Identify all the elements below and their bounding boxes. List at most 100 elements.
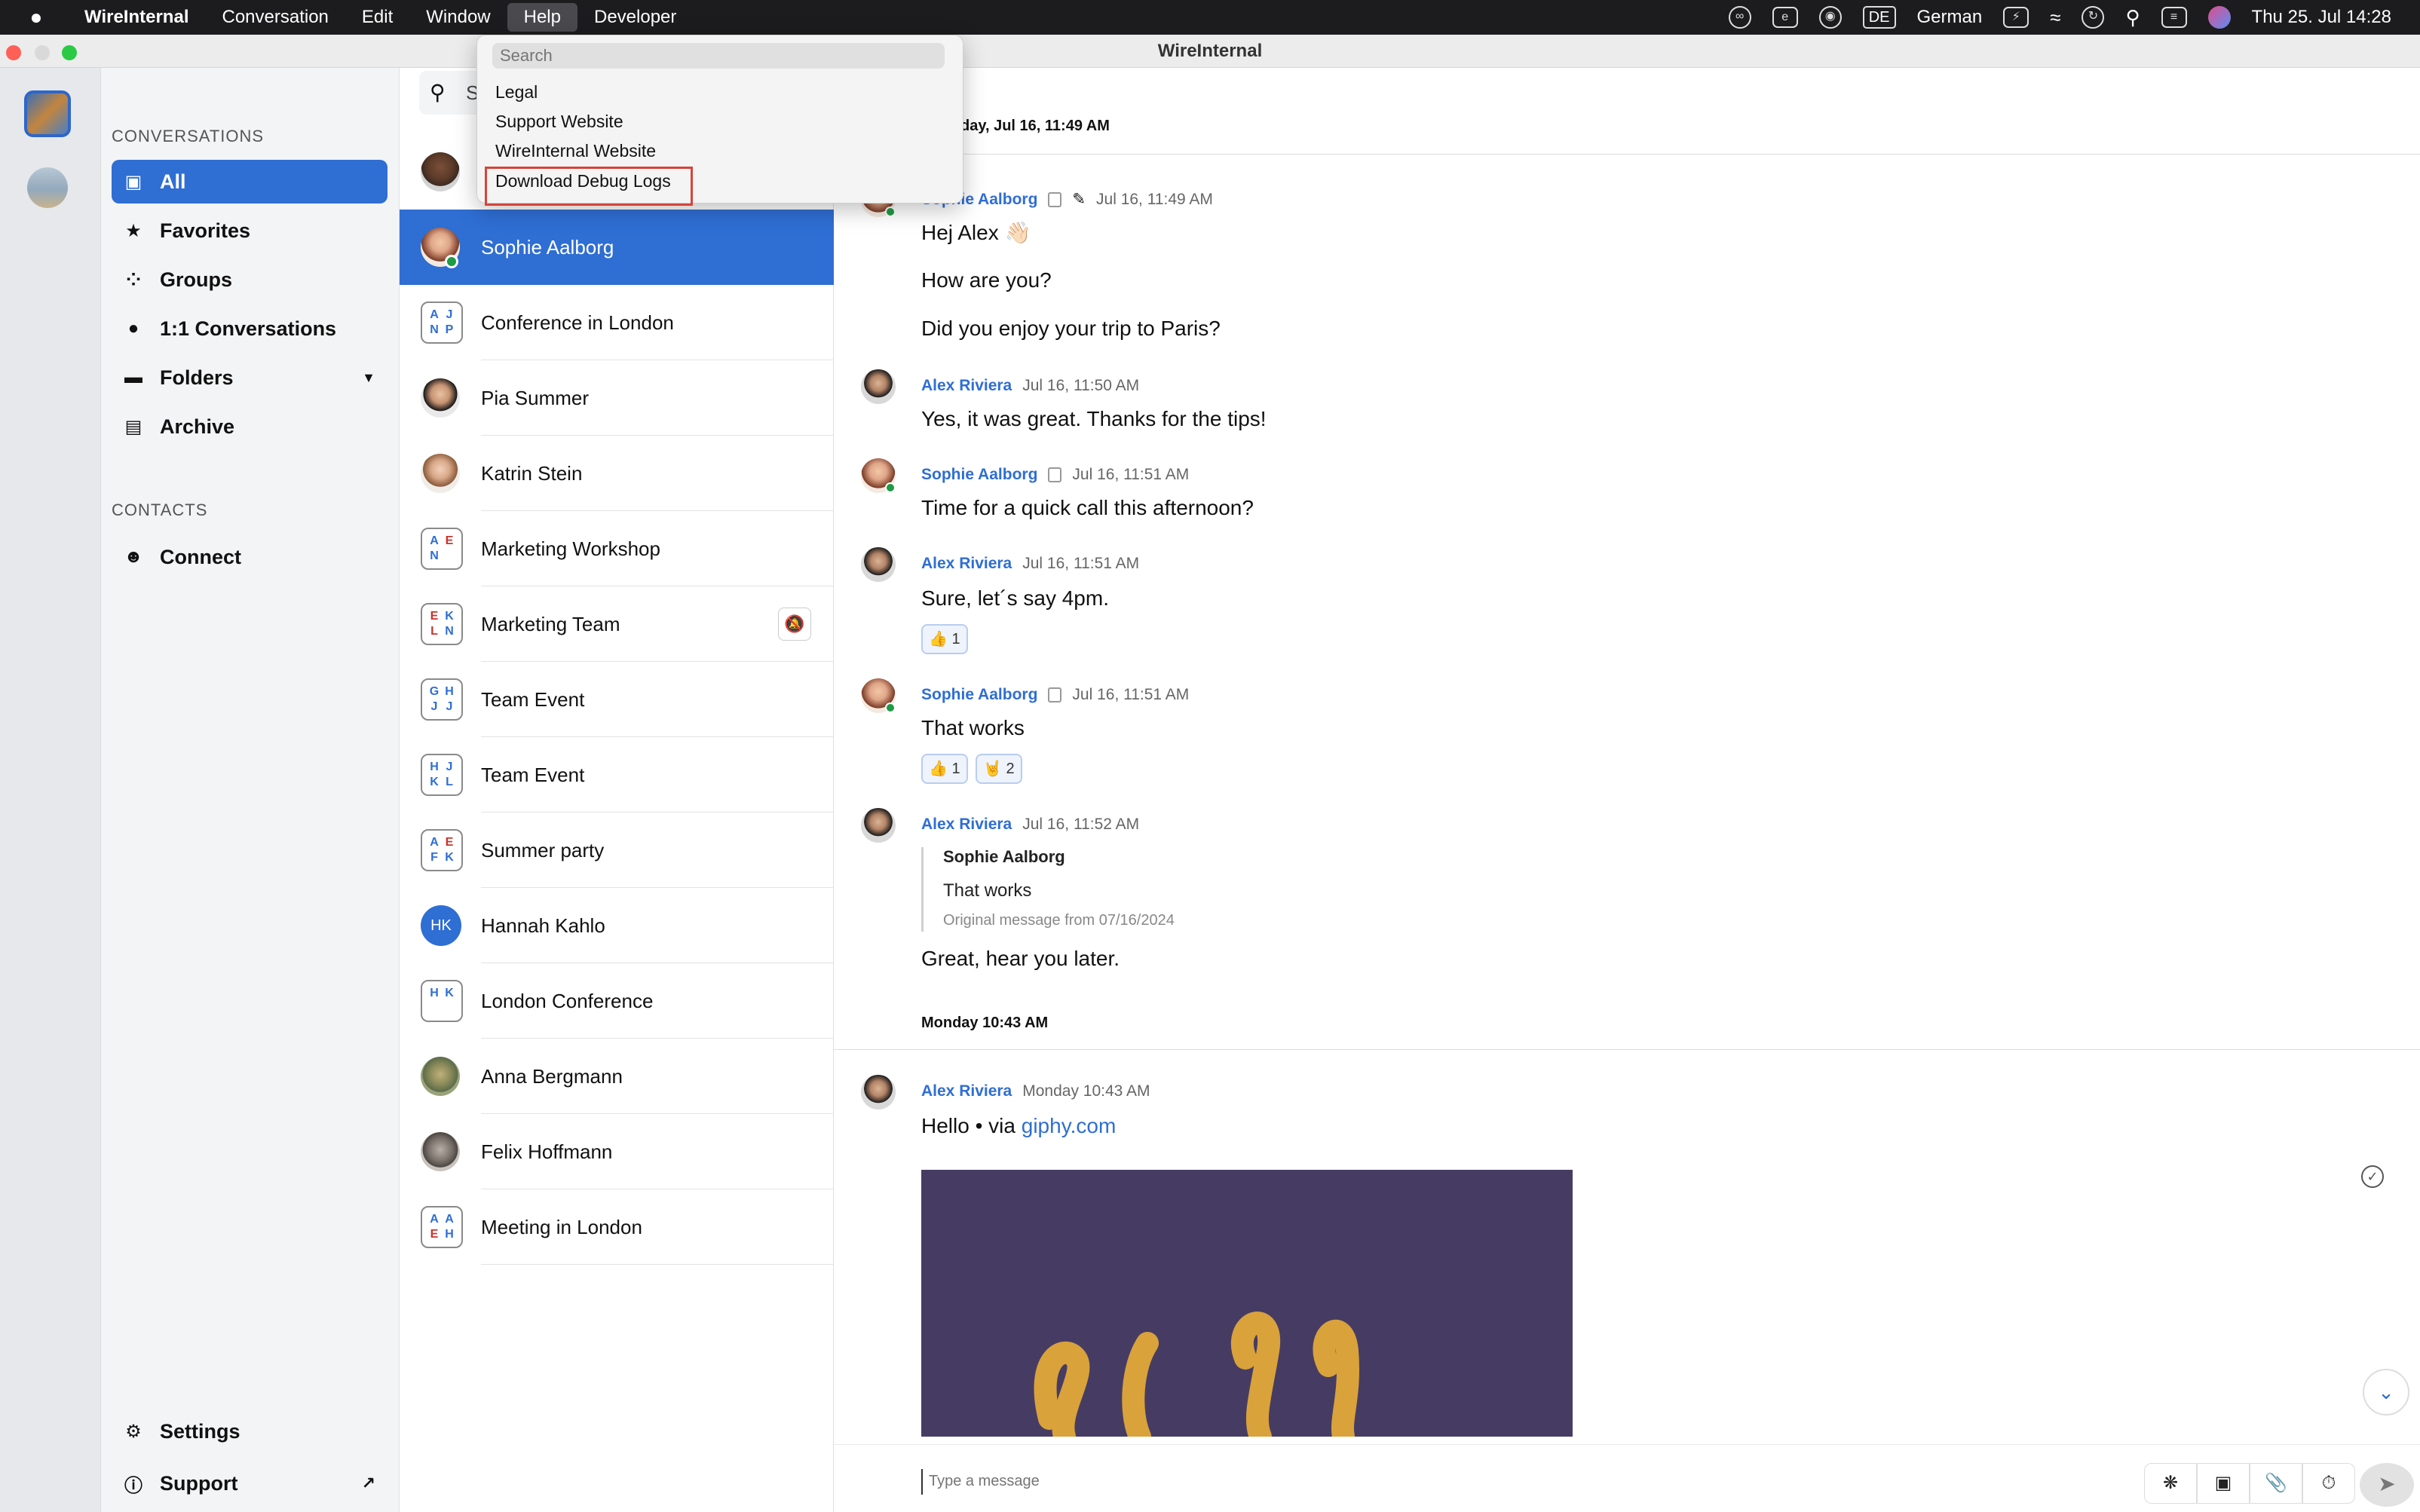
reaction-rock-on[interactable]: 🤘 2 <box>976 754 1022 784</box>
menu-bar-clock[interactable]: Thu 25. Jul 14:28 <box>2252 7 2391 28</box>
conversation-item-felix-hoffmann[interactable]: Felix Hoffmann <box>400 1114 834 1189</box>
edited-pencil-icon: ✎ <box>1072 191 1086 208</box>
message-time: Monday 10:43 AM <box>1022 1082 1150 1100</box>
group-initial: K <box>430 776 439 788</box>
giphy-image[interactable] <box>921 1170 1573 1437</box>
edge-icon[interactable]: e <box>1772 7 1798 28</box>
creative-cloud-icon[interactable]: ∞ <box>1728 6 1751 29</box>
conversation-item-conference-in-london[interactable]: A J N P Conference in London <box>400 285 834 360</box>
group-initial: F <box>430 851 438 864</box>
help-menu-item-support-website[interactable]: Support Website <box>495 112 623 132</box>
message-author[interactable]: Alex Riviera <box>921 816 1012 834</box>
chevron-down-icon[interactable]: ▼ <box>362 370 375 386</box>
message-avatar[interactable] <box>861 808 896 843</box>
account-avatar-active[interactable] <box>24 90 71 137</box>
group-avatar: H K <box>421 980 463 1022</box>
group-initial: K <box>445 987 454 999</box>
chat-panel: day, Jul 16, 11:49 AM Sophie Aalborg ✎ J… <box>834 68 2420 1512</box>
message-avatar[interactable] <box>861 547 896 582</box>
message-avatar[interactable] <box>861 369 896 404</box>
help-menu-search-input[interactable] <box>492 43 945 69</box>
group-initial: P <box>445 323 454 336</box>
keyboard-language-badge[interactable]: DE <box>1862 6 1896 29</box>
control-center-icon[interactable]: ≡ <box>2161 7 2187 28</box>
time-machine-icon[interactable]: ↻ <box>2082 6 2105 29</box>
groups-icon: ⁘ <box>125 269 142 290</box>
conversation-item-team-event-2[interactable]: H J K L Team Event <box>400 737 834 813</box>
wifi-icon[interactable]: ≈ <box>2050 6 2060 29</box>
sidebar-item-groups[interactable]: ⁘ Groups <box>112 258 388 301</box>
siri-icon[interactable] <box>2207 6 2231 29</box>
scroll-to-bottom-button[interactable]: ⌄ <box>2363 1369 2409 1416</box>
group-initial: H <box>430 761 439 773</box>
search-icon: ⚲ <box>430 81 446 104</box>
external-link-icon: ↗ <box>361 1474 375 1492</box>
conversation-item-hannah-kahlo[interactable]: HK Hannah Kahlo <box>400 888 834 963</box>
keyboard-language-label[interactable]: German <box>1917 7 1983 28</box>
help-menu-item-legal[interactable]: Legal <box>495 82 538 103</box>
quote-text: That works <box>943 880 1032 901</box>
sidebar-item-support[interactable]: ⓘ Support ↗ <box>112 1461 388 1505</box>
menu-conversation[interactable]: Conversation <box>205 0 345 35</box>
sidebar-item-label: Folders <box>160 366 234 389</box>
sidebar-item-one-on-one[interactable]: ● 1:1 Conversations <box>112 307 388 350</box>
conversation-item-meeting-in-london[interactable]: A A E H Meeting in London <box>400 1189 834 1265</box>
help-menu-item-wireinternal-website[interactable]: WireInternal Website <box>495 141 656 161</box>
reaction-thumbs-up[interactable]: 👍 1 <box>921 624 968 654</box>
message-author[interactable]: Alex Riviera <box>921 377 1012 395</box>
message-author[interactable]: Alex Riviera <box>921 555 1012 573</box>
conversation-item-marketing-workshop[interactable]: A E N Marketing Workshop <box>400 511 834 586</box>
giphy-link[interactable]: giphy.com <box>1022 1114 1117 1137</box>
message-input[interactable] <box>929 1468 2135 1495</box>
conversation-item-london-conference[interactable]: H K London Conference <box>400 963 834 1039</box>
muted-bell-icon[interactable]: 🔕 <box>778 608 811 641</box>
apple-icon[interactable]: ● <box>21 5 51 29</box>
conversation-item-anna-bergmann[interactable]: Anna Bergmann <box>400 1039 834 1114</box>
conversation-item-sophie-aalborg[interactable]: Sophie Aalborg <box>400 210 834 285</box>
sidebar-item-folders[interactable]: ▬ Folders ▼ <box>112 356 388 399</box>
sidebar-item-connect[interactable]: ☻ Connect <box>112 535 388 579</box>
timer-icon[interactable]: ⏱ <box>2302 1463 2355 1504</box>
group-initial: H <box>430 987 439 999</box>
sidebar-item-archive[interactable]: ▤ Archive <box>112 405 388 448</box>
battery-icon[interactable]: ⚡ <box>2003 7 2029 28</box>
sidebar-item-favorites[interactable]: ★ Favorites <box>112 209 388 253</box>
menu-help[interactable]: Help <box>507 3 577 32</box>
message-text: Yes, it was great. Thanks for the tips! <box>921 407 1267 430</box>
sidebar-item-all[interactable]: ▣ All <box>112 160 388 204</box>
message-author[interactable]: Alex Riviera <box>921 1082 1012 1100</box>
spotlight-search-icon[interactable]: ⚲ <box>2125 6 2140 29</box>
conversation-name: Pia Summer <box>481 386 590 409</box>
vpn-icon[interactable]: ◉ <box>1818 6 1842 29</box>
message-avatar[interactable] <box>861 1075 896 1110</box>
menu-app-name[interactable]: WireInternal <box>68 0 205 35</box>
message-author[interactable]: Sophie Aalborg <box>921 686 1037 704</box>
conversation-item-team-event[interactable]: G H J J Team Event <box>400 662 834 737</box>
conversation-item-summer-party[interactable]: A E F K Summer party <box>400 813 834 888</box>
message-header: Alex Riviera Jul 16, 11:50 AM <box>921 377 1139 395</box>
menu-edit[interactable]: Edit <box>345 0 409 35</box>
message-author[interactable]: Sophie Aalborg <box>921 466 1037 484</box>
group-initial: H <box>445 685 454 698</box>
star-icon: ★ <box>125 220 142 241</box>
group-initial <box>442 1009 457 1016</box>
sidebar-item-settings[interactable]: ⚙ Settings <box>112 1409 388 1453</box>
message-header: Alex Riviera Jul 16, 11:52 AM <box>921 816 1139 834</box>
ping-icon[interactable]: ❋ <box>2144 1463 2197 1504</box>
account-avatar-secondary[interactable] <box>27 167 68 208</box>
reaction-thumbs-up[interactable]: 👍 1 <box>921 754 968 784</box>
image-upload-icon[interactable]: ▣ <box>2197 1463 2250 1504</box>
conversation-item-marketing-team[interactable]: E K L N Marketing Team 🔕 <box>400 586 834 662</box>
quote-original-date[interactable]: Original message from 07/16/2024 <box>943 912 1175 929</box>
conversation-item-pia-summer[interactable]: Pia Summer <box>400 360 834 436</box>
send-button[interactable]: ➤ <box>2360 1463 2414 1507</box>
conversation-item-katrin-stein[interactable]: Katrin Stein <box>400 436 834 511</box>
conversation-name: Team Event <box>481 763 585 786</box>
help-menu-dropdown: Legal Support Website WireInternal Websi… <box>476 35 963 206</box>
attachment-icon[interactable]: 📎 <box>2250 1463 2302 1504</box>
message-input-bar: ❋ ▣ 📎 ⏱ ➤ <box>834 1444 2420 1512</box>
menu-window[interactable]: Window <box>409 0 507 35</box>
sidebar-item-label: Support <box>160 1471 238 1495</box>
quoted-message[interactable]: Sophie Aalborg That works Original messa… <box>921 847 1374 932</box>
menu-developer[interactable]: Developer <box>577 0 693 35</box>
